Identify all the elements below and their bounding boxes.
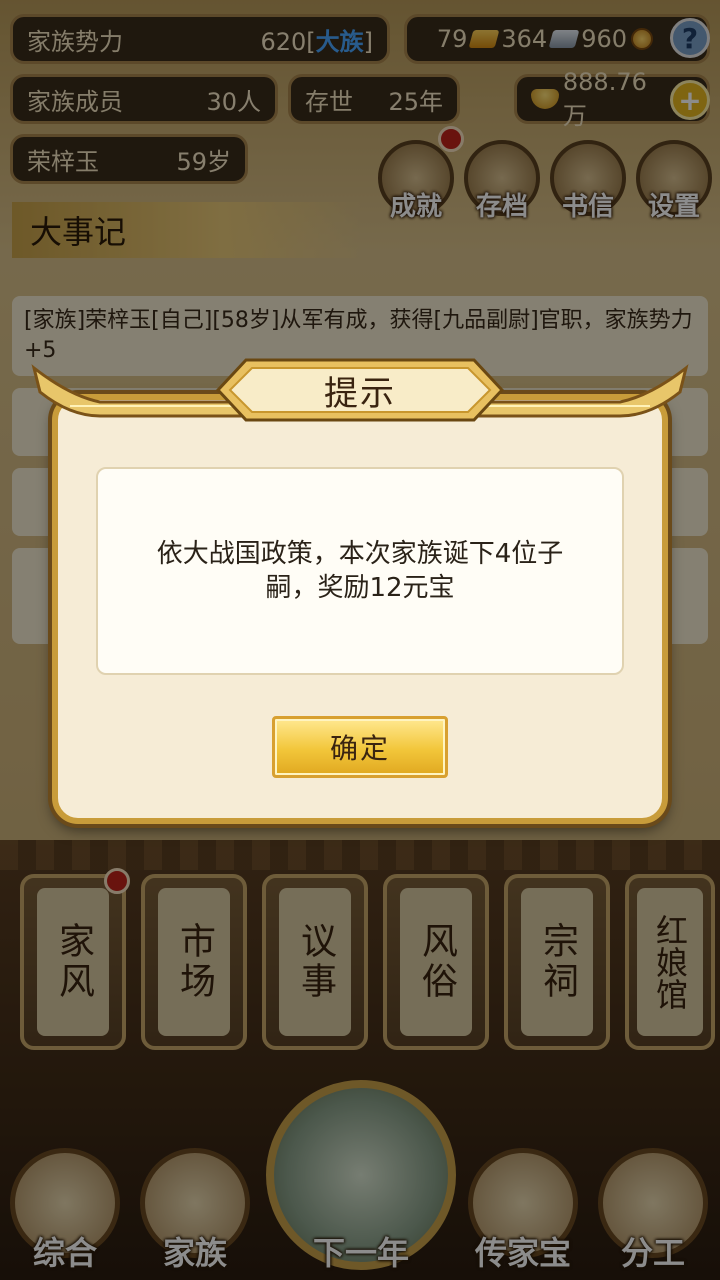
- dialog-message: 依大战国政策，本次家族诞下4位子嗣，奖励12元宝: [156, 539, 564, 603]
- confirm-button[interactable]: 确定: [272, 716, 448, 778]
- dialog-title: 提示: [324, 373, 396, 414]
- dialog-message-box: 依大战国政策，本次家族诞下4位子嗣，奖励12元宝: [96, 467, 624, 675]
